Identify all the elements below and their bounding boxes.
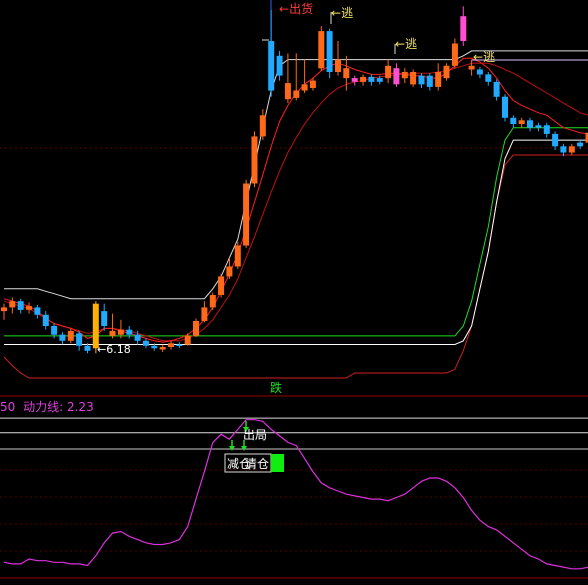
candle-body xyxy=(67,330,74,341)
candle-body xyxy=(34,307,41,315)
candle-body xyxy=(184,335,191,345)
band-lower-white-line xyxy=(4,139,588,345)
candle-body xyxy=(476,69,483,75)
candle-body xyxy=(451,43,458,66)
escape-label-2: ←逃 xyxy=(395,37,418,51)
stock-chart-panel: ←出货 ←逃 ←逃 ←逃 ←6.18 跌 50 动力线: 2.23 出局 减仓 … xyxy=(0,0,588,585)
candle-body xyxy=(259,115,266,137)
candle-body xyxy=(268,41,275,91)
band-green-line xyxy=(4,127,588,337)
candle-body xyxy=(26,306,32,310)
candle-body xyxy=(552,133,559,147)
exit-label: 出局 xyxy=(243,428,268,442)
candle-body xyxy=(309,80,316,88)
escape-label-3: ←逃 xyxy=(473,50,496,64)
candle-body xyxy=(368,76,375,82)
low-price-label: ←6.18 xyxy=(97,343,131,356)
candle-body xyxy=(443,65,450,79)
candle-body xyxy=(518,120,525,124)
candle-body xyxy=(159,347,166,350)
candle-body xyxy=(176,344,183,346)
candle-body xyxy=(193,321,199,336)
candle-body xyxy=(142,340,149,346)
candle-body xyxy=(510,117,517,124)
candlestick-chart[interactable] xyxy=(0,0,588,585)
candle-body xyxy=(168,343,174,347)
candle-body xyxy=(535,125,542,128)
candle-body xyxy=(410,72,417,85)
clear-position-label: 清仓 xyxy=(245,457,270,471)
candle-body xyxy=(151,345,158,349)
candle-body xyxy=(326,31,333,73)
candle-body xyxy=(418,75,425,85)
candle-body xyxy=(393,68,400,85)
signal-box-fill xyxy=(271,454,284,472)
out-of-stock-label: ←出货 xyxy=(279,2,314,16)
candle-body xyxy=(318,31,325,69)
candle-body xyxy=(335,59,341,72)
candle-body xyxy=(293,90,300,98)
candle-body xyxy=(243,183,250,246)
escape-label-1: ←逃 xyxy=(331,6,354,20)
candle-body xyxy=(301,84,308,91)
candle-body xyxy=(134,334,141,341)
candle-body xyxy=(527,120,533,128)
candle-body xyxy=(502,96,508,118)
candle-body xyxy=(485,74,492,82)
candle-body xyxy=(426,75,433,87)
candle-body xyxy=(360,76,367,82)
candle-body xyxy=(84,345,91,351)
candle-body xyxy=(577,142,584,147)
candle-body xyxy=(218,276,225,295)
moving-average-line-1 xyxy=(3,57,588,343)
indicator-name: 动力线: xyxy=(23,400,64,414)
candle-body xyxy=(376,78,383,82)
candle-body xyxy=(276,55,283,76)
candle-body xyxy=(1,307,7,312)
candle-body xyxy=(351,78,358,82)
candle-body xyxy=(251,136,258,184)
momentum-line xyxy=(3,419,588,570)
candle-body xyxy=(385,65,392,79)
candle-body xyxy=(568,146,575,153)
candle-body xyxy=(209,295,216,308)
candle-body xyxy=(234,245,241,267)
candle-body xyxy=(101,311,108,326)
candle-body xyxy=(460,16,467,41)
candle-body xyxy=(9,301,16,308)
candle-body xyxy=(109,330,116,336)
indicator-prefix: 50 xyxy=(0,400,16,414)
candle-body xyxy=(401,72,408,79)
indicator-header: 50 动力线: 2.23 xyxy=(0,400,94,414)
candle-body xyxy=(51,326,58,335)
candle-body xyxy=(343,68,350,79)
candle-body xyxy=(493,81,500,97)
candle-body xyxy=(117,329,124,335)
candle-body xyxy=(42,314,49,326)
candle-body xyxy=(201,307,208,321)
candle-body xyxy=(543,125,550,134)
candle-body xyxy=(17,301,24,310)
candle-body xyxy=(468,65,475,70)
indicator-value: 2.23 xyxy=(66,400,94,414)
candle-body xyxy=(284,83,291,100)
candle-body xyxy=(92,303,99,349)
fall-label: 跌 xyxy=(270,381,283,395)
candle-body xyxy=(226,266,233,277)
candle-body xyxy=(126,329,133,335)
candle-body xyxy=(435,72,442,87)
candle-body xyxy=(560,146,567,153)
candle-body xyxy=(76,333,83,346)
candle-body xyxy=(59,334,66,341)
